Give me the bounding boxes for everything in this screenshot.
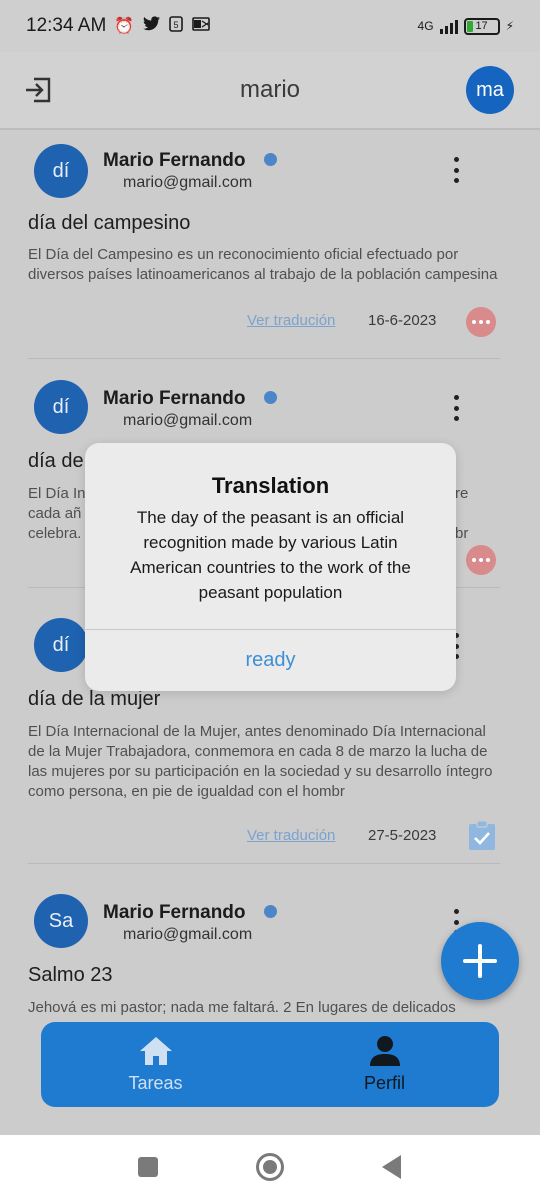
more-vert-icon[interactable] <box>448 157 464 183</box>
plus-icon <box>463 944 497 978</box>
author-name: Mario Fernando <box>103 902 246 923</box>
page-title: mario <box>239 76 300 103</box>
status-time: 12:34 AM <box>26 15 107 36</box>
online-indicator <box>264 905 277 918</box>
app-bar: mario ma <box>0 52 540 130</box>
post-title: día de <box>28 450 84 472</box>
status-bar: 12:34 AM ⏰ 5 4G 17 ⚡ <box>0 0 540 52</box>
back-button[interactable] <box>382 1155 401 1179</box>
dialog-title: Translation <box>211 473 330 498</box>
author-email: mario@gmail.com <box>123 926 253 943</box>
ready-button[interactable]: ready <box>85 630 456 691</box>
notification-icons: ⏰ 5 <box>114 15 211 37</box>
signal-icon <box>439 18 458 34</box>
dialog-message: The day of the peasant is an official re… <box>130 508 411 602</box>
clipboard-check-icon[interactable] <box>468 821 496 851</box>
post-avatar: dí <box>34 618 88 672</box>
post-body: El Día Internacional de la Mujer, antes … <box>28 723 493 800</box>
recents-button[interactable] <box>138 1157 158 1177</box>
translate-link[interactable]: Ver tradución <box>247 827 335 844</box>
translation-dialog: Translation The day of the peasant is an… <box>85 443 456 691</box>
post-body: Jehová es mi pastor; nada me faltará. 2 … <box>28 999 456 1016</box>
online-indicator <box>264 153 277 166</box>
post-title: día de la mujer <box>28 688 161 710</box>
home-icon <box>139 1037 172 1065</box>
post-title: Salmo 23 <box>28 964 113 986</box>
more-vert-icon[interactable] <box>448 395 464 421</box>
network-type: 4G <box>417 19 434 33</box>
divider <box>28 863 500 864</box>
divider <box>28 358 500 359</box>
nav-item-perfil[interactable]: Perfil <box>270 1022 499 1107</box>
author-email: mario@gmail.com <box>123 412 253 429</box>
translate-link[interactable]: Ver tradución <box>247 312 335 329</box>
post-date: 16-6-2023 <box>368 312 437 329</box>
post-avatar: dí <box>34 380 88 434</box>
nav-label-tareas: Tareas <box>128 1073 183 1093</box>
pending-status-icon[interactable] <box>466 545 496 575</box>
system-status: 4G 17 ⚡ <box>417 17 514 35</box>
author-name: Mario Fernando <box>103 150 246 171</box>
add-task-button[interactable] <box>441 922 519 1000</box>
battery-level: 17 <box>475 20 488 32</box>
svg-text:5: 5 <box>174 20 179 30</box>
bottom-navigation: Tareas Perfil <box>41 1022 499 1107</box>
nav-item-tareas[interactable]: Tareas <box>41 1022 270 1107</box>
post-avatar: Sa <box>34 894 88 948</box>
profile-avatar[interactable]: ma <box>466 66 514 114</box>
post-date: 27-5-2023 <box>368 827 437 844</box>
post-avatar: dí <box>34 144 88 198</box>
outlook-icon <box>192 16 211 36</box>
sim-icon: 5 <box>169 15 184 37</box>
post-body: El Día del Campesino es un reconocimient… <box>28 246 498 283</box>
system-navigation-bar <box>0 1135 540 1200</box>
online-indicator <box>264 391 277 404</box>
post-body-right: re br <box>455 485 469 542</box>
twitter-icon <box>143 16 161 36</box>
post-title: día del campesino <box>28 212 191 234</box>
author-email: mario@gmail.com <box>123 174 253 191</box>
alarm-icon: ⏰ <box>114 18 135 35</box>
battery-icon: 17 <box>463 17 500 35</box>
nav-label-perfil: Perfil <box>363 1073 405 1093</box>
post-body: El Día In cada añ celebra. <box>28 485 86 542</box>
charging-icon: ⚡ <box>505 19 514 33</box>
pending-status-icon[interactable] <box>466 307 496 337</box>
home-button[interactable] <box>256 1153 284 1181</box>
author-name: Mario Fernando <box>103 388 246 409</box>
person-icon <box>369 1036 400 1066</box>
